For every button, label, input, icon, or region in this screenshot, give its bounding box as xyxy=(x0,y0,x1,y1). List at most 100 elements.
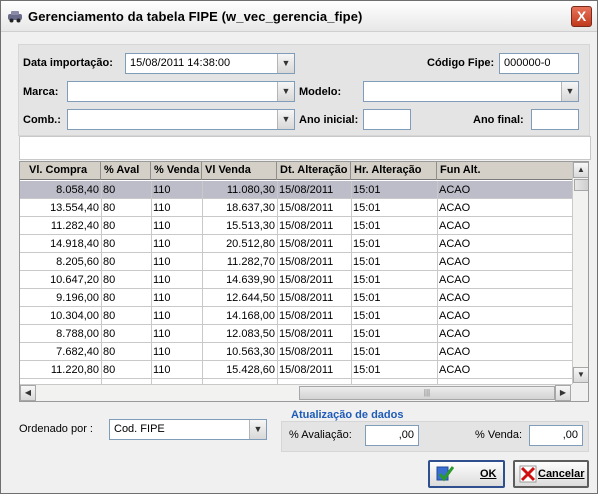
cell-vl-venda: 12.083,50 xyxy=(226,328,275,340)
column-divider xyxy=(151,181,152,384)
table-row[interactable]: 10.647,20 80 110 14.639,90 15/08/2011 15:01 AC… xyxy=(20,271,572,289)
cell-perc-venda: 110 xyxy=(153,310,171,322)
cell-vl-venda: 11.282,70 xyxy=(226,256,275,268)
cell-perc-aval: 80 xyxy=(103,220,116,232)
column-header-perc-aval[interactable]: % Aval xyxy=(101,162,151,180)
cell-hr-alteracao: 15:01 xyxy=(353,310,381,322)
filter-text-bar[interactable] xyxy=(19,136,591,160)
column-header-vl-compra[interactable]: Vl. Compra xyxy=(20,162,101,180)
ordenado-por-label: Ordenado por : xyxy=(19,423,93,435)
cell-dt-alteracao: 15/08/2011 xyxy=(279,274,334,286)
vertical-scroll-thumb[interactable] xyxy=(574,179,588,191)
codigo-fipe-input[interactable]: 000000-0 xyxy=(499,53,579,74)
cell-perc-venda: 110 xyxy=(153,220,171,232)
table-row[interactable]: 13.554,40 80 110 18.637,30 15/08/2011 15:01 AC… xyxy=(20,199,572,217)
cell-perc-aval: 80 xyxy=(103,346,116,358)
cell-vl-venda: 18.637,30 xyxy=(226,202,275,214)
cell-fun-alt: ACAO xyxy=(439,202,471,214)
cell-dt-alteracao: 15/08/2011 xyxy=(279,292,334,304)
cell-perc-venda: 110 xyxy=(153,364,171,376)
cell-vl-venda: 14.168,00 xyxy=(226,310,275,322)
marca-dropdown[interactable]: ▼ xyxy=(67,81,295,102)
cell-hr-alteracao: 15:01 xyxy=(353,202,381,214)
column-divider xyxy=(351,181,352,384)
title-bar[interactable]: Gerenciamento da tabela FIPE (w_vec_gere… xyxy=(1,1,597,32)
close-icon: X xyxy=(576,8,587,24)
chevron-down-icon[interactable]: ▼ xyxy=(277,82,294,101)
grid-header: Vl. Compra % Aval % Venda Vl Venda Dt. A… xyxy=(20,162,572,180)
cell-perc-aval: 80 xyxy=(103,310,116,322)
cell-perc-aval: 80 xyxy=(103,184,116,196)
cell-fun-alt: ACAO xyxy=(439,328,471,340)
checkmark-icon xyxy=(436,466,454,482)
column-header-hr-alteracao[interactable]: Hr. Alteração xyxy=(351,162,437,180)
cell-dt-alteracao: 15/08/2011 xyxy=(279,238,334,250)
avaliacao-input[interactable]: ,00 xyxy=(365,425,419,446)
scroll-up-icon[interactable]: ▲ xyxy=(573,162,588,178)
vertical-scrollbar[interactable]: ▲ ▼ xyxy=(572,162,588,384)
cancel-button-label: Cancelar xyxy=(538,468,585,480)
chevron-down-icon[interactable]: ▼ xyxy=(249,420,266,439)
ano-inicial-input[interactable] xyxy=(363,109,411,130)
cell-vl-venda: 20.512,80 xyxy=(226,238,275,250)
comb-dropdown[interactable]: ▼ xyxy=(67,109,295,130)
scroll-right-icon[interactable]: ▶ xyxy=(555,385,571,401)
cell-perc-aval: 80 xyxy=(103,292,116,304)
column-header-fun-alt[interactable]: Fun Alt. xyxy=(437,162,572,180)
ano-final-input[interactable] xyxy=(531,109,579,130)
scroll-left-icon[interactable]: ◀ xyxy=(20,385,36,401)
cell-vl-compra: 8.058,40 xyxy=(56,184,99,196)
ano-inicial-label: Ano inicial: xyxy=(299,114,359,126)
close-button[interactable]: X xyxy=(571,6,592,27)
table-row[interactable]: 9.196,00 80 110 12.644,50 15/08/2011 15:01 ACA… xyxy=(20,289,572,307)
avaliacao-value: ,00 xyxy=(398,429,414,441)
table-row[interactable]: 14.918,40 80 110 20.512,80 15/08/2011 15:01 AC… xyxy=(20,235,572,253)
data-importacao-dropdown[interactable]: 15/08/2011 14:38:00 ▼ xyxy=(125,53,295,74)
horizontal-scroll-thumb[interactable]: ||| xyxy=(299,386,555,400)
window-client-area: Data importação: 15/08/2011 14:38:00 ▼ C… xyxy=(1,32,597,493)
cell-fun-alt: ACAO xyxy=(439,274,471,286)
codigo-fipe-value: 000000-0 xyxy=(504,57,551,69)
cell-hr-alteracao: 15:01 xyxy=(353,256,381,268)
venda-input[interactable]: ,00 xyxy=(529,425,583,446)
cell-vl-venda: 14.639,90 xyxy=(226,274,275,286)
cell-perc-venda: 110 xyxy=(153,292,171,304)
table-row[interactable]: 8.058,40 80 110 11.080,30 15/08/2011 15:01 ACA… xyxy=(20,181,572,199)
cell-fun-alt: ACAO xyxy=(439,364,471,376)
data-importacao-label: Data importação: xyxy=(23,57,113,69)
ok-button[interactable]: OK xyxy=(428,460,505,488)
table-row[interactable]: 11.282,40 80 110 15.513,30 15/08/2011 15:01 AC… xyxy=(20,217,572,235)
cell-perc-venda: 110 xyxy=(153,238,171,250)
cell-vl-compra: 9.196,00 xyxy=(56,292,99,304)
column-header-perc-venda[interactable]: % Venda xyxy=(151,162,202,180)
chevron-down-icon[interactable]: ▼ xyxy=(277,110,294,129)
ano-final-label: Ano final: xyxy=(473,114,524,126)
cell-vl-compra: 10.304,00 xyxy=(50,310,99,322)
cell-fun-alt: ACAO xyxy=(439,310,471,322)
modelo-dropdown[interactable]: ▼ xyxy=(363,81,579,102)
column-divider xyxy=(437,181,438,384)
column-header-dt-alteracao[interactable]: Dt. Alteração xyxy=(277,162,351,180)
chevron-down-icon[interactable]: ▼ xyxy=(561,82,578,101)
table-row[interactable]: 10.304,00 80 110 14.168,00 15/08/2011 15:01 AC… xyxy=(20,307,572,325)
cell-dt-alteracao: 15/08/2011 xyxy=(279,220,334,232)
column-header-vl-venda[interactable]: Vl Venda xyxy=(202,162,277,180)
table-row[interactable]: 11.220,80 80 110 15.428,60 15/08/2011 15:01 AC… xyxy=(20,361,572,379)
cell-hr-alteracao: 15:01 xyxy=(353,292,381,304)
table-row[interactable]: 8.788,00 80 110 12.083,50 15/08/2011 15:01 ACA… xyxy=(20,325,572,343)
ordenado-por-dropdown[interactable]: Cod. FIPE ▼ xyxy=(109,419,267,440)
fipe-data-grid[interactable]: Vl. Compra % Aval % Venda Vl Venda Dt. A… xyxy=(19,161,589,402)
cell-vl-compra: 8.205,60 xyxy=(56,256,99,268)
cancel-button[interactable]: Cancelar xyxy=(513,460,589,488)
cell-perc-venda: 110 xyxy=(153,202,171,214)
chevron-down-icon[interactable]: ▼ xyxy=(277,54,294,73)
horizontal-scrollbar[interactable]: ◀ ||| ▶ xyxy=(20,384,572,401)
cell-perc-venda: 110 xyxy=(153,346,171,358)
cell-dt-alteracao: 15/08/2011 xyxy=(279,364,334,376)
cell-hr-alteracao: 15:01 xyxy=(353,328,381,340)
scroll-down-icon[interactable]: ▼ xyxy=(573,367,588,383)
table-row[interactable]: 8.205,60 80 110 11.282,70 15/08/2011 15:01 ACA… xyxy=(20,253,572,271)
table-row[interactable]: 7.682,40 80 110 10.563,30 15/08/2011 15:01 ACA… xyxy=(20,343,572,361)
data-importacao-value: 15/08/2011 14:38:00 xyxy=(130,57,231,69)
atualizacao-group-title: Atualização de dados xyxy=(291,409,404,421)
